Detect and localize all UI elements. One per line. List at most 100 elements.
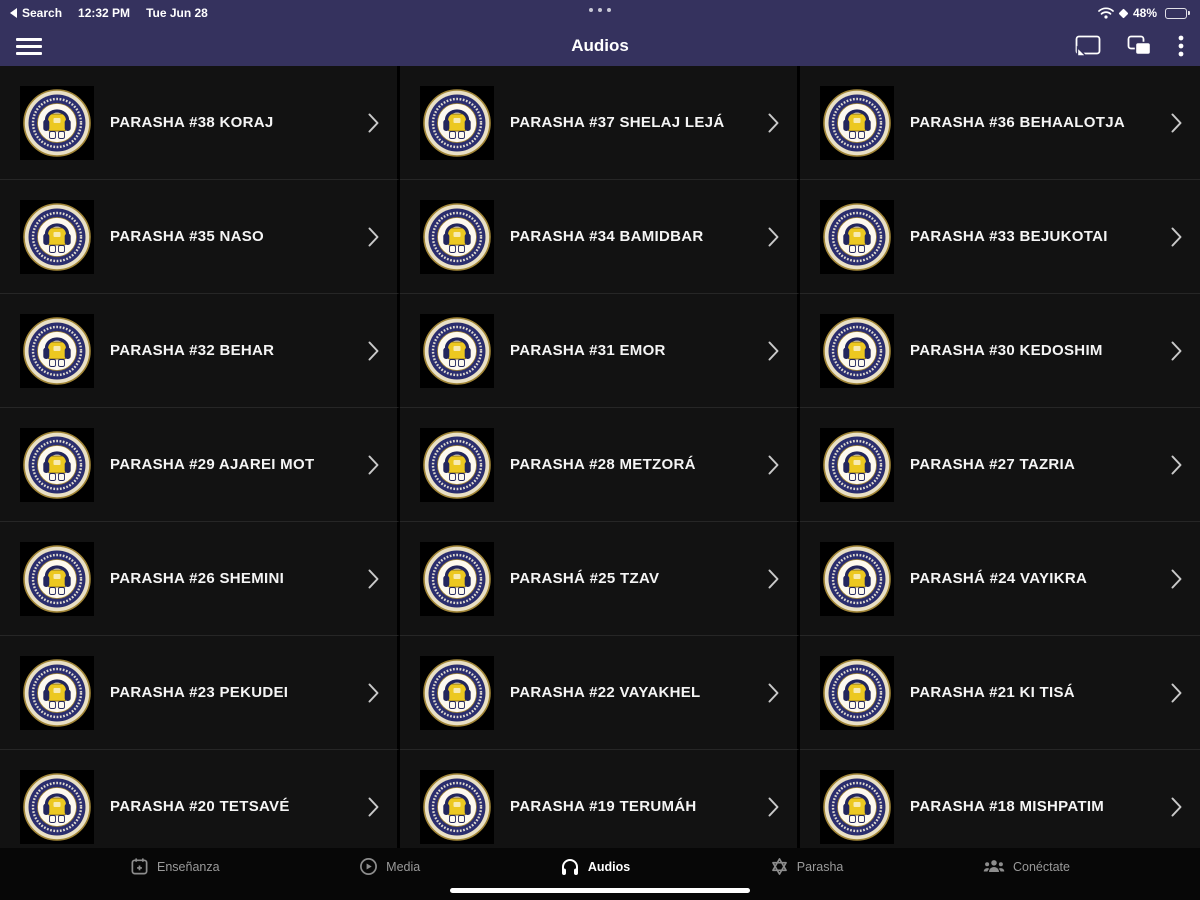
parasha-podcast-logo-icon: [420, 655, 494, 730]
chevron-right-icon: [768, 113, 779, 132]
audio-item-title: PARASHA #27 TAZRIA: [910, 455, 1076, 473]
chevron-right-icon: [1171, 227, 1182, 246]
chevron-right-icon: [368, 569, 379, 588]
audio-list-item[interactable]: PARASHA #29 AJAREI MOT: [0, 408, 400, 522]
chevron-right-icon: [368, 113, 379, 132]
audio-item-title: PARASHA #32 BEHAR: [110, 341, 275, 359]
audio-item-title: PARASHA #23 PEKUDEI: [110, 683, 289, 701]
back-triangle-icon: [10, 8, 17, 18]
audio-list-item[interactable]: PARASHA #36 BEHAALOTJA: [800, 66, 1200, 180]
parasha-podcast-logo-icon: [820, 199, 894, 274]
chevron-right-icon: [368, 797, 379, 816]
people-group-icon: [983, 860, 1005, 872]
audio-list-item[interactable]: PARASHA #30 KEDOSHIM: [800, 294, 1200, 408]
parasha-podcast-logo-icon: [420, 769, 494, 844]
battery-percent: 48%: [1132, 6, 1157, 20]
audio-list-item[interactable]: PARASHA #19 TERUMÁH: [400, 750, 800, 848]
audio-item-title: PARASHA #18 MISHPATIM: [910, 797, 1105, 815]
audio-item-title: PARASHA #30 KEDOSHIM: [910, 341, 1103, 359]
audio-list-item[interactable]: PARASHÁ #25 TZAV: [400, 522, 800, 636]
chevron-right-icon: [768, 227, 779, 246]
tab-label: Parasha: [796, 859, 844, 874]
back-to-search[interactable]: Search: [10, 6, 62, 20]
chevron-right-icon: [1171, 113, 1182, 132]
tab-conectate[interactable]: Conéctate: [983, 857, 1070, 876]
audio-list-item[interactable]: PARASHA #23 PEKUDEI: [0, 636, 400, 750]
parasha-podcast-logo-icon: [820, 655, 894, 730]
chevron-right-icon: [768, 569, 779, 588]
tab-audios[interactable]: Audios: [560, 857, 630, 877]
audio-list-item[interactable]: PARASHA #21 KI TISÁ: [800, 636, 1200, 750]
kebab-menu-icon[interactable]: [1178, 35, 1184, 57]
audio-grid: PARASHA #38 KORAJ PARASHA #37 SHELAJ LEJ…: [0, 66, 1200, 848]
audio-list-item[interactable]: PARASHA #38 KORAJ: [0, 66, 400, 180]
tab-media[interactable]: Media: [359, 857, 420, 876]
audio-item-title: PARASHÁ #25 TZAV: [510, 569, 660, 587]
audio-item-title: PARASHA #36 BEHAALOTJA: [910, 113, 1125, 131]
audio-list-item[interactable]: PARASHA #20 TETSAVÉ: [0, 750, 400, 848]
chevron-right-icon: [368, 455, 379, 474]
audio-list-item[interactable]: PARASHA #37 SHELAJ LEJÁ: [400, 66, 800, 180]
status-time: 12:32 PM: [78, 6, 131, 20]
audio-list-item[interactable]: PARASHA #22 VAYAKHEL: [400, 636, 800, 750]
parasha-podcast-logo-icon: [420, 427, 494, 502]
audio-item-title: PARASHA #19 TERUMÁH: [510, 797, 697, 815]
battery-icon: [1165, 7, 1190, 19]
screen-mirroring-icon[interactable]: [1075, 35, 1101, 57]
parasha-podcast-logo-icon: [20, 313, 94, 388]
status-date: Tue Jun 28: [146, 6, 208, 20]
parasha-podcast-logo-icon: [20, 85, 94, 160]
chevron-right-icon: [1171, 341, 1182, 360]
chat-bubbles-icon[interactable]: [1127, 35, 1152, 57]
parasha-podcast-logo-icon: [20, 199, 94, 274]
tab-ensenanza[interactable]: Enseñanza: [130, 857, 220, 876]
wifi-icon: [1098, 7, 1114, 19]
parasha-podcast-logo-icon: [20, 427, 94, 502]
chevron-right-icon: [768, 455, 779, 474]
audio-list-item[interactable]: PARASHA #35 NASO: [0, 180, 400, 294]
audio-item-title: PARASHA #20 TETSAVÉ: [110, 797, 290, 815]
play-circle-icon: [360, 858, 378, 875]
audio-list-item[interactable]: PARASHA #18 MISHPATIM: [800, 750, 1200, 848]
home-indicator[interactable]: [450, 888, 750, 893]
parasha-podcast-logo-icon: [20, 769, 94, 844]
chevron-right-icon: [1171, 569, 1182, 588]
tab-label: Audios: [587, 860, 631, 874]
status-bar: Search 12:32 PM Tue Jun 28 48%: [0, 0, 1200, 26]
parasha-podcast-logo-icon: [420, 541, 494, 616]
tab-label: Enseñanza: [157, 859, 220, 874]
multitasking-dots-icon[interactable]: [589, 8, 611, 12]
chevron-right-icon: [768, 797, 779, 816]
audio-item-title: PARASHA #34 BAMIDBAR: [510, 227, 704, 245]
headphones-icon: [561, 859, 578, 875]
nav-bar: Audios: [0, 26, 1200, 66]
chevron-right-icon: [368, 683, 379, 702]
chevron-right-icon: [768, 683, 779, 702]
audio-item-title: PARASHA #37 SHELAJ LEJÁ: [510, 113, 725, 131]
audio-list-item[interactable]: PARASHA #34 BAMIDBAR: [400, 180, 800, 294]
audio-list-item[interactable]: PARASHA #31 EMOR: [400, 294, 800, 408]
diamond-status-icon: [1118, 8, 1129, 18]
tab-label: Conéctate: [1012, 859, 1070, 874]
audio-list-item[interactable]: PARASHA #33 BEJUKOTAI: [800, 180, 1200, 294]
audio-list-item[interactable]: PARASHÁ #24 VAYIKRA: [800, 522, 1200, 636]
audio-list-item[interactable]: PARASHA #32 BEHAR: [0, 294, 400, 408]
chevron-right-icon: [1171, 683, 1182, 702]
audio-item-title: PARASHA #31 EMOR: [510, 341, 666, 359]
parasha-podcast-logo-icon: [420, 85, 494, 160]
chevron-right-icon: [768, 341, 779, 360]
tab-parasha[interactable]: Parasha: [770, 857, 844, 876]
audio-list-item[interactable]: PARASHA #28 METZORÁ: [400, 408, 800, 522]
parasha-podcast-logo-icon: [420, 199, 494, 274]
parasha-podcast-logo-icon: [820, 427, 894, 502]
audio-item-title: PARASHÁ #24 VAYIKRA: [910, 569, 1088, 587]
parasha-podcast-logo-icon: [820, 85, 894, 160]
audio-item-title: PARASHA #38 KORAJ: [110, 113, 274, 131]
audio-list-item[interactable]: PARASHA #26 SHEMINI: [0, 522, 400, 636]
audio-list-item[interactable]: PARASHA #27 TAZRIA: [800, 408, 1200, 522]
parasha-podcast-logo-icon: [820, 769, 894, 844]
parasha-podcast-logo-icon: [20, 541, 94, 616]
hamburger-menu-icon[interactable]: [16, 37, 42, 55]
audio-item-title: PARASHA #21 KI TISÁ: [910, 683, 1075, 701]
tab-label: Media: [386, 859, 421, 874]
